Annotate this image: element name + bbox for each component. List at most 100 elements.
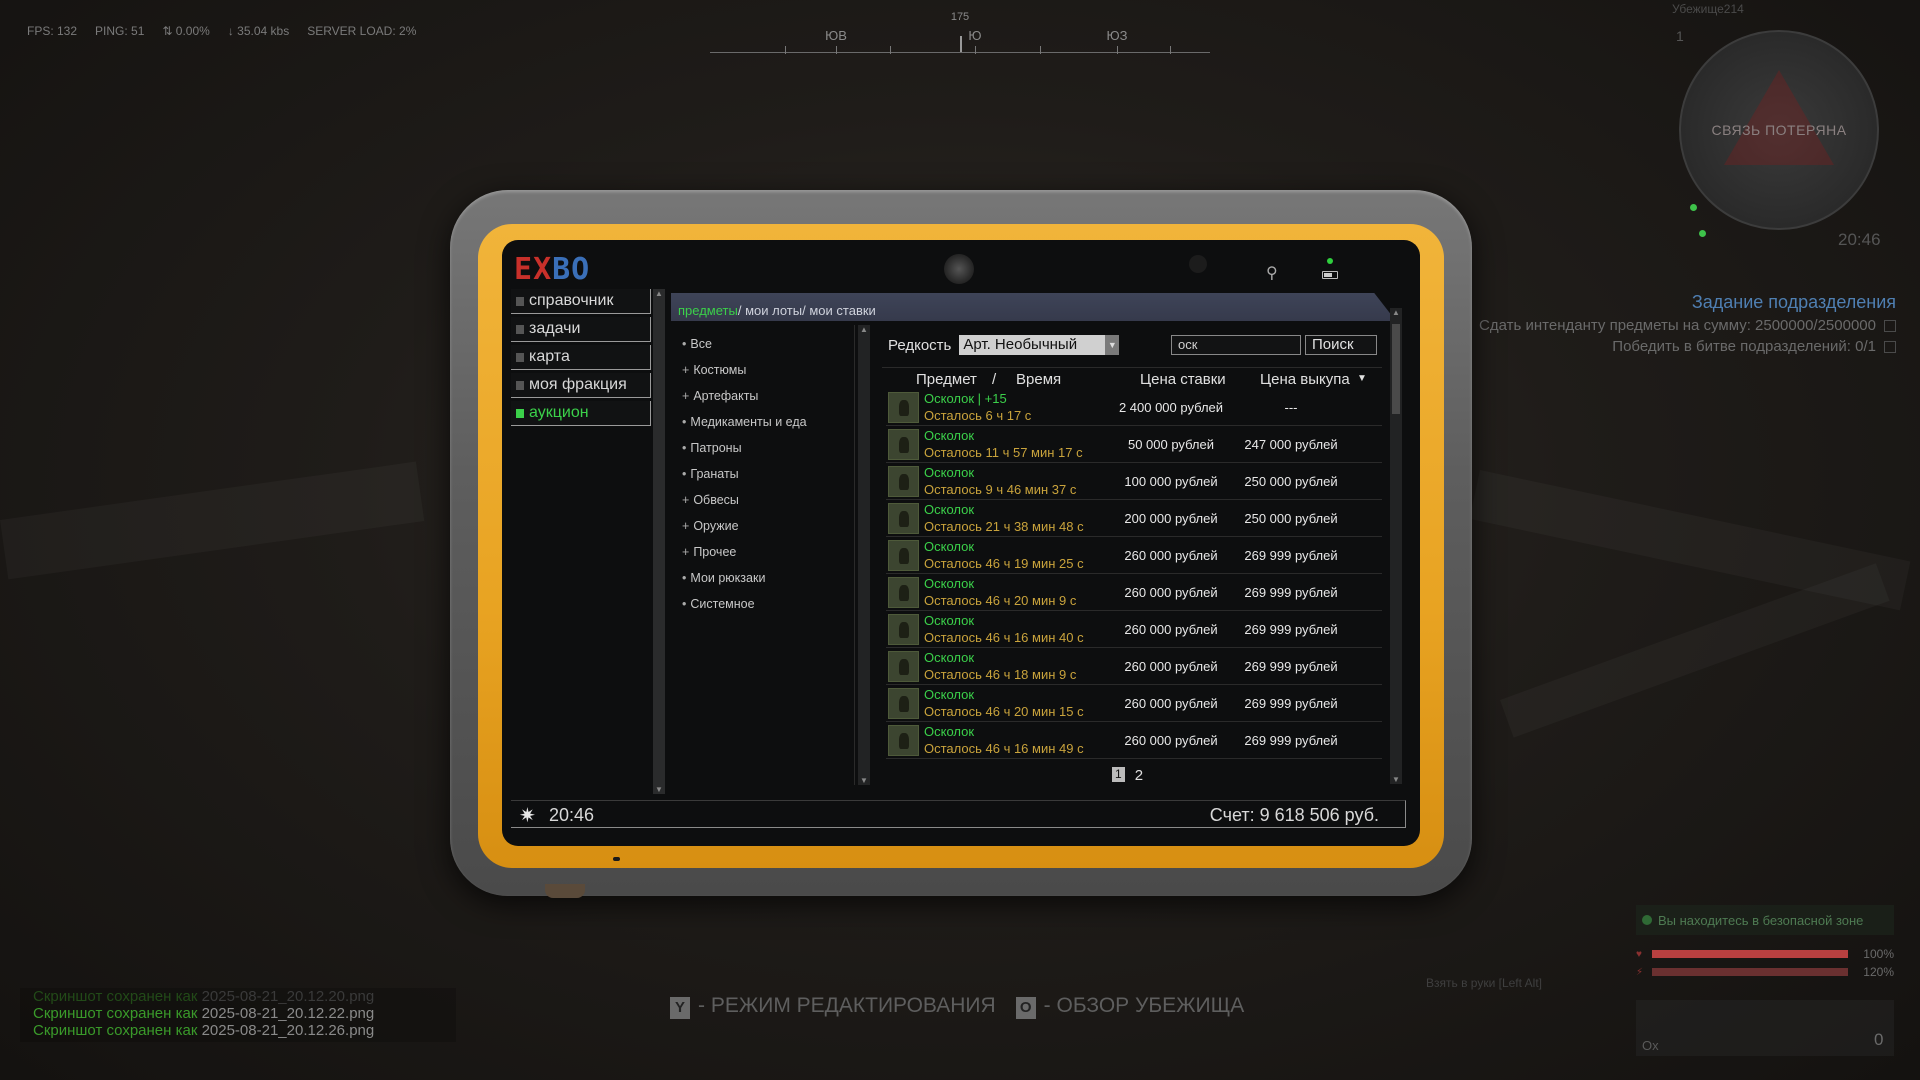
category-all[interactable]: • Все xyxy=(673,331,854,357)
chevron-down-icon[interactable]: ▼ xyxy=(1105,335,1120,355)
background-plank xyxy=(0,462,424,580)
category-ammo[interactable]: • Патроны xyxy=(673,435,854,461)
category-artifacts[interactable]: + Артефакты xyxy=(673,383,854,409)
signal-icon: ⚲ xyxy=(1266,265,1278,282)
nav-item-map[interactable]: карта xyxy=(511,345,651,370)
table-row[interactable]: Осколок Осталось 21 ч 38 мин 48 с 200 000 … xyxy=(886,500,1382,537)
lot-bid: 200 000 рублей xyxy=(1124,511,1218,526)
category-scrollbar[interactable]: ▲ ▼ xyxy=(858,325,870,785)
background-plank xyxy=(1500,563,1890,737)
quick-belt[interactable] xyxy=(1636,1000,1894,1056)
tablet-clock: 20:46 xyxy=(549,805,595,825)
scroll-down-icon[interactable]: ▼ xyxy=(655,785,663,794)
sidebar-scrollbar[interactable]: ▲ ▼ xyxy=(653,289,665,794)
tab-my-lots[interactable]: мои лоты xyxy=(745,303,802,318)
log-line: Скриншот сохранен как 2025-08-21_20.12.2… xyxy=(33,988,456,1005)
sort-arrow-icon[interactable]: ▼ xyxy=(1357,373,1367,384)
scroll-thumb[interactable] xyxy=(1392,324,1400,414)
lot-name: Осколок xyxy=(924,650,975,665)
page-2-button[interactable]: 2 xyxy=(1135,767,1143,784)
breadcrumb-sep: / xyxy=(802,303,806,318)
compass-tick xyxy=(836,46,837,54)
category-attachments[interactable]: + Обвесы xyxy=(673,487,854,513)
col-bid[interactable]: Цена ставки xyxy=(1140,371,1226,388)
scroll-up-icon[interactable]: ▲ xyxy=(860,325,868,334)
lot-buyout: 269 999 рублей xyxy=(1244,622,1338,637)
page-1-button[interactable]: 1 xyxy=(1112,767,1125,782)
table-row[interactable]: Осколок Осталось 46 ч 16 мин 49 с 260 000 … xyxy=(886,722,1382,759)
category-weapons[interactable]: + Оружие xyxy=(673,513,854,539)
logo-x: X xyxy=(533,252,553,287)
nav-item-faction[interactable]: моя фракция xyxy=(511,373,651,398)
tab-items[interactable]: предметы xyxy=(678,303,738,318)
category-label: Мои рюкзаки xyxy=(690,571,766,585)
scroll-down-icon[interactable]: ▼ xyxy=(1392,775,1400,784)
game-time: 20:46 xyxy=(1838,230,1881,249)
tablet-mic-icon xyxy=(613,857,620,861)
rarity-select[interactable]: Арт. Необычный ▼ xyxy=(959,335,1120,355)
category-grenades[interactable]: • Гранаты xyxy=(673,461,854,487)
lot-name: Осколок xyxy=(924,502,975,517)
nav-item-auction[interactable]: аукцион xyxy=(511,401,651,426)
category-misc[interactable]: + Прочее xyxy=(673,539,854,565)
category-bullet: • xyxy=(682,571,687,585)
health-row: ♥ 100% xyxy=(1636,945,1894,963)
table-row[interactable]: Осколок | +15 Осталось 6 ч 17 с 2 400 000 … xyxy=(886,389,1382,426)
category-meds-food[interactable]: • Медикаменты и еда xyxy=(673,409,854,435)
category-backpacks[interactable]: • Мои рюкзаки xyxy=(673,565,854,591)
exbo-logo: EXBO xyxy=(514,252,590,287)
key-hints: Y - РЕЖИМ РЕДАКТИРОВАНИЯ O - ОБЗОР УБЕЖИЩА xyxy=(670,994,1244,1019)
scroll-up-icon[interactable]: ▲ xyxy=(655,289,663,298)
network-stats: FPS: 132 PING: 51 ⇅ 0.00% ↓ 35.04 kbs SE… xyxy=(27,24,416,38)
category-bullet: + xyxy=(682,519,690,533)
shard-item-icon xyxy=(888,577,919,608)
lot-buyout: 269 999 рублей xyxy=(1244,585,1338,600)
category-label: Артефакты xyxy=(693,389,759,403)
lot-list-scrollbar[interactable]: ▲ ▼ xyxy=(1390,308,1402,784)
tab-my-bids[interactable]: мои ставки xyxy=(809,303,875,318)
warning-triangle-icon xyxy=(1724,70,1834,165)
minimap[interactable]: СВЯЗЬ ПОТЕРЯНА xyxy=(1679,30,1879,237)
account-balance: Счет: 9 618 506 руб. xyxy=(1209,805,1379,825)
table-row[interactable]: Осколок Осталось 9 ч 46 мин 37 с 100 000 р… xyxy=(886,463,1382,500)
col-buyout[interactable]: Цена выкупа xyxy=(1260,371,1350,388)
compass-tick xyxy=(975,46,976,54)
lot-buyout: 269 999 рублей xyxy=(1244,733,1338,748)
lot-time: Осталось 46 ч 16 мин 49 с xyxy=(924,741,1084,756)
compass-label-se: ЮВ xyxy=(825,28,847,43)
safe-zone-text: Вы находитесь в безопасной зоне xyxy=(1658,912,1864,928)
lot-time: Осталось 46 ч 18 мин 9 с xyxy=(924,667,1077,682)
compass-tick xyxy=(890,46,891,54)
scroll-up-icon[interactable]: ▲ xyxy=(1392,308,1400,317)
tablet-side-button xyxy=(545,884,585,898)
table-row[interactable]: Осколок Осталось 46 ч 20 мин 15 с 260 000 … xyxy=(886,685,1382,722)
category-suits[interactable]: + Костюмы xyxy=(673,357,854,383)
table-row[interactable]: Осколок Осталось 46 ч 16 мин 40 с 260 000 … xyxy=(886,611,1382,648)
vitals: ♥ 100% ⚡ 120% xyxy=(1636,945,1894,981)
nav-item-reference[interactable]: справочник xyxy=(511,289,651,314)
lot-bid: 2 400 000 рублей xyxy=(1118,400,1224,415)
col-time[interactable]: Время xyxy=(1016,371,1061,388)
scroll-down-icon[interactable]: ▼ xyxy=(860,776,868,785)
nav-item-tasks[interactable]: задачи xyxy=(511,317,651,342)
lot-bid: 260 000 рублей xyxy=(1124,733,1218,748)
table-row[interactable]: Осколок Осталось 46 ч 18 мин 9 с 260 000 р… xyxy=(886,648,1382,685)
lot-time: Осталось 46 ч 20 мин 9 с xyxy=(924,593,1077,608)
col-item[interactable]: Предмет xyxy=(916,371,977,388)
lot-bid: 260 000 рублей xyxy=(1124,622,1218,637)
lot-name: Осколок xyxy=(924,576,975,591)
lot-time: Осталось 6 ч 17 с xyxy=(924,408,1032,423)
table-row[interactable]: Осколок Осталось 46 ч 20 мин 9 с 260 000 р… xyxy=(886,574,1382,611)
lot-buyout: 269 999 рублей xyxy=(1244,659,1338,674)
marker-dot-icon xyxy=(1699,230,1706,237)
mission-panel: Задание подразделения Сдать интенданту п… xyxy=(1479,292,1896,355)
compass-tick xyxy=(785,46,786,54)
table-row[interactable]: Осколок Осталось 46 ч 19 мин 25 с 260 000 … xyxy=(886,537,1382,574)
search-input[interactable]: оск xyxy=(1171,335,1301,355)
search-button[interactable]: Поиск xyxy=(1305,335,1377,355)
sun-icon: ✷ xyxy=(519,805,536,827)
category-bullet: + xyxy=(682,545,690,559)
category-label: Медикаменты и еда xyxy=(690,415,807,429)
table-row[interactable]: Осколок Осталось 11 ч 57 мин 17 с 50 000 р… xyxy=(886,426,1382,463)
category-system[interactable]: • Системное xyxy=(673,591,854,617)
